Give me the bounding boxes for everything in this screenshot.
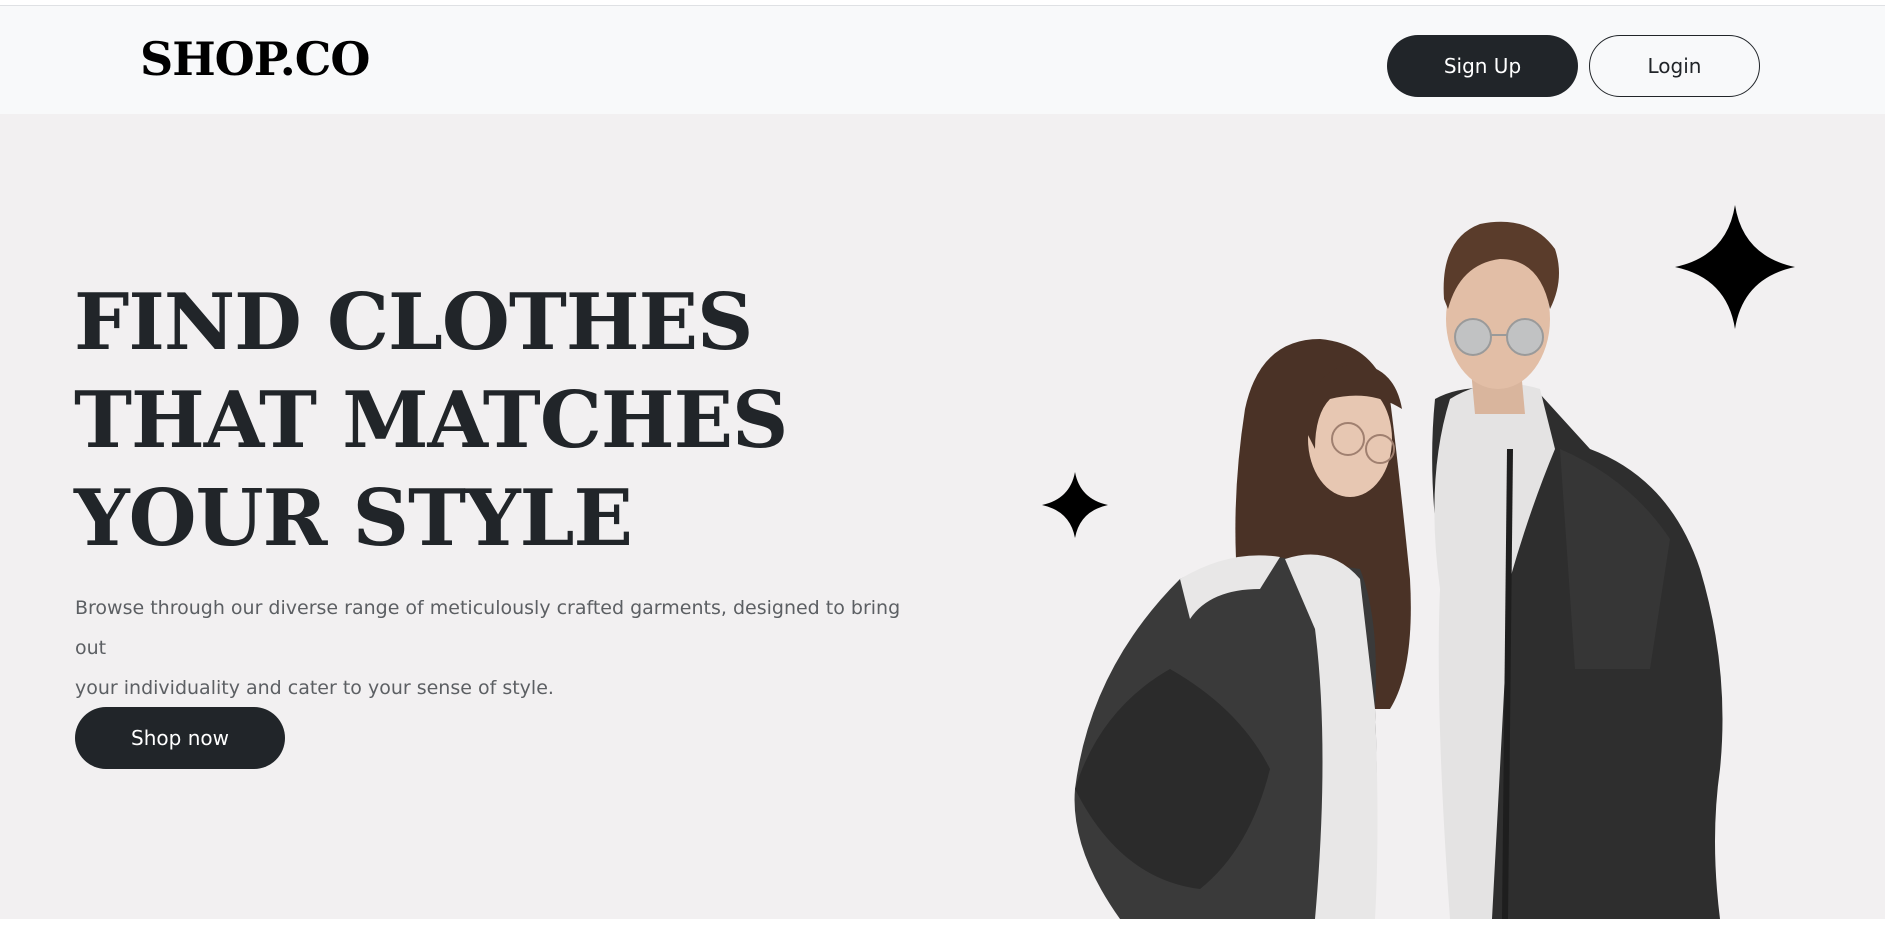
- headline-line: FIND CLOTHES: [74, 277, 753, 368]
- navbar: SHOP.CO Sign Up Login: [0, 6, 1885, 114]
- hero-section: FIND CLOTHES THAT MATCHES YOUR STYLE Bro…: [0, 114, 1885, 919]
- sparkle-star-icon: [1042, 472, 1108, 538]
- description-line: Browse through our diverse range of meti…: [75, 597, 901, 659]
- sparkle-star-icon: [1675, 205, 1795, 329]
- headline-line: YOUR STYLE: [74, 473, 633, 564]
- hero-description: Browse through our diverse range of meti…: [75, 588, 905, 708]
- bottom-edge: [0, 919, 1885, 927]
- description-line: your individuality and cater to your sen…: [75, 677, 554, 699]
- login-button[interactable]: Login: [1589, 35, 1760, 97]
- headline-line: THAT MATCHES: [74, 375, 788, 466]
- hero-models-image: [1042, 205, 1795, 919]
- hero-headline: FIND CLOTHES THAT MATCHES YOUR STYLE: [74, 274, 788, 568]
- shop-now-button[interactable]: Shop now: [75, 707, 285, 769]
- brand-logo[interactable]: SHOP.CO: [140, 32, 370, 86]
- sign-up-button[interactable]: Sign Up: [1387, 35, 1578, 97]
